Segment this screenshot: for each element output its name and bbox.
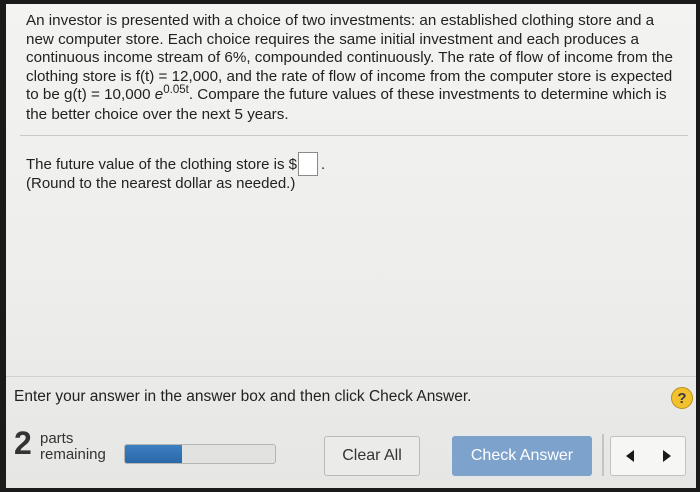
next-button[interactable] bbox=[648, 437, 685, 475]
answer-suffix: . bbox=[321, 155, 326, 173]
answer-input[interactable] bbox=[298, 152, 318, 176]
question-panel: An investor is presented with a choice o… bbox=[6, 4, 696, 488]
parts-label-line-2: remaining bbox=[40, 446, 106, 463]
check-answer-button[interactable]: Check Answer bbox=[452, 436, 592, 476]
clear-all-button[interactable]: Clear All bbox=[324, 436, 420, 476]
question-text: An investor is presented with a choice o… bbox=[26, 12, 676, 125]
question-mark-icon[interactable]: ? bbox=[671, 387, 693, 409]
rounding-note: (Round to the nearest dollar as needed.) bbox=[26, 175, 296, 192]
parts-label: parts remaining bbox=[40, 431, 106, 463]
question-nav bbox=[610, 436, 686, 476]
progress-fill bbox=[125, 445, 182, 463]
exponent: 0.05t bbox=[163, 84, 189, 97]
previous-button[interactable] bbox=[611, 437, 648, 475]
triangle-right-icon bbox=[662, 450, 671, 462]
triangle-left-icon bbox=[625, 450, 634, 462]
parts-progress-bar bbox=[124, 444, 276, 464]
exp-base: e bbox=[154, 86, 164, 104]
nav-separator bbox=[602, 434, 604, 476]
answer-line: The future value of the clothing store i… bbox=[26, 152, 325, 176]
instruction-text: Enter your answer in the answer box and … bbox=[14, 388, 472, 405]
answer-prompt: The future value of the clothing store i… bbox=[26, 155, 297, 173]
divider bbox=[20, 135, 688, 136]
parts-label-line-1: parts bbox=[40, 430, 74, 447]
parts-count: 2 bbox=[14, 425, 32, 461]
footer-divider bbox=[6, 376, 696, 377]
